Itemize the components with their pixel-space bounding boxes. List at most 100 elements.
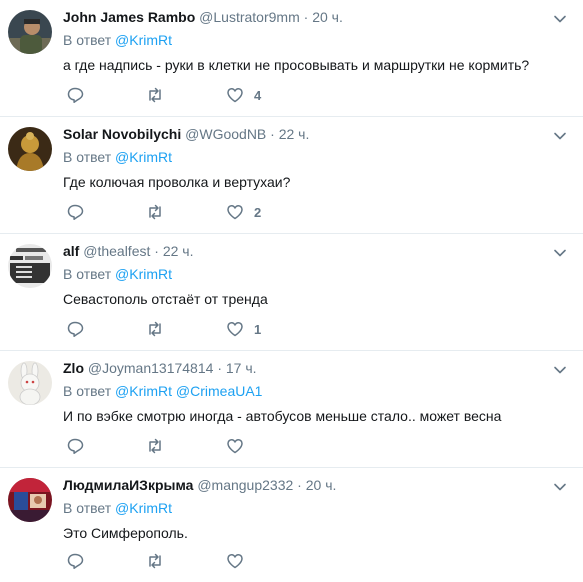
timestamp[interactable]: 22 ч. bbox=[163, 243, 194, 259]
tweet-actions: 4 bbox=[66, 86, 323, 104]
retweet-button[interactable] bbox=[146, 437, 164, 455]
chevron-down-icon[interactable] bbox=[553, 246, 567, 260]
retweet-icon bbox=[149, 438, 161, 454]
tweet[interactable]: Solar Novobilychi @WGoodNB · 22 ч. В отв… bbox=[0, 117, 583, 234]
heart-icon bbox=[227, 205, 243, 220]
retweet-button[interactable] bbox=[146, 86, 164, 104]
reply-button[interactable] bbox=[66, 86, 84, 104]
reply-icon bbox=[67, 321, 84, 337]
tweet-text: Где колючая проволка и вертухаи? bbox=[63, 174, 291, 190]
tweet-actions: 1 bbox=[66, 320, 323, 338]
separator-dot: · bbox=[217, 360, 222, 376]
reply-button[interactable] bbox=[66, 552, 84, 570]
like-button[interactable] bbox=[226, 437, 254, 455]
tweet-text: И по вэбке смотрю иногда - автобусов мен… bbox=[63, 408, 502, 424]
avatar[interactable] bbox=[8, 127, 52, 171]
retweet-button[interactable] bbox=[146, 320, 164, 338]
tweet[interactable]: alf @thealfest · 22 ч. В ответ @KrimRt С… bbox=[0, 234, 583, 351]
retweet-icon bbox=[149, 321, 161, 337]
reply-icon bbox=[67, 204, 84, 220]
tweet-header: John James Rambo @Lustrator9mm · 20 ч. bbox=[63, 8, 571, 27]
mention-link[interactable]: @KrimRt bbox=[115, 266, 172, 282]
like-count: 2 bbox=[254, 204, 262, 220]
chevron-down-icon[interactable] bbox=[553, 129, 567, 143]
author-name[interactable]: John James Rambo bbox=[63, 9, 195, 25]
tweet-actions: 2 bbox=[66, 203, 323, 221]
author-name[interactable]: Zlo bbox=[63, 360, 84, 376]
tweet[interactable]: Zlo @Joyman13174814 · 17 ч. В ответ @Kri… bbox=[0, 351, 583, 468]
reply-context: В ответ @KrimRt bbox=[63, 31, 571, 50]
tweet-header: Zlo @Joyman13174814 · 17 ч. bbox=[63, 359, 571, 378]
reply-button[interactable] bbox=[66, 320, 84, 338]
mention-link[interactable]: @KrimRt bbox=[115, 383, 172, 399]
reply-icon bbox=[67, 553, 84, 569]
retweet-button[interactable] bbox=[146, 552, 164, 570]
reply-prefix: В ответ bbox=[63, 383, 112, 399]
retweet-icon bbox=[149, 553, 161, 569]
tweet-actions bbox=[66, 552, 316, 570]
heart-icon bbox=[227, 88, 243, 103]
reply-prefix: В ответ bbox=[63, 32, 112, 48]
mention-link[interactable]: @CrimeaUA1 bbox=[176, 383, 263, 399]
avatar[interactable] bbox=[8, 361, 52, 405]
timestamp[interactable]: 20 ч. bbox=[306, 477, 337, 493]
retweet-button[interactable] bbox=[146, 203, 164, 221]
separator-dot: · bbox=[154, 243, 159, 259]
reply-prefix: В ответ bbox=[63, 149, 112, 165]
mention-link[interactable]: @KrimRt bbox=[115, 32, 172, 48]
reply-prefix: В ответ bbox=[63, 266, 112, 282]
author-handle[interactable]: @Joyman13174814 bbox=[88, 360, 214, 376]
author-handle[interactable]: @thealfest bbox=[83, 243, 150, 259]
timestamp[interactable]: 17 ч. bbox=[226, 360, 257, 376]
chevron-down-icon[interactable] bbox=[553, 363, 567, 377]
separator-dot: · bbox=[270, 126, 275, 142]
heart-icon bbox=[227, 322, 243, 337]
tweet-actions bbox=[66, 437, 316, 455]
reply-context: В ответ @KrimRt bbox=[63, 265, 571, 284]
author-name[interactable]: alf bbox=[63, 243, 79, 259]
like-button[interactable]: 2 bbox=[226, 203, 261, 221]
mention-link[interactable]: @KrimRt bbox=[115, 500, 172, 516]
like-count: 1 bbox=[254, 321, 262, 337]
tweet[interactable]: John James Rambo @Lustrator9mm · 20 ч. В… bbox=[0, 0, 583, 117]
tweet-header: alf @thealfest · 22 ч. bbox=[63, 242, 571, 261]
chevron-down-icon[interactable] bbox=[553, 12, 567, 26]
reply-button[interactable] bbox=[66, 437, 84, 455]
retweet-icon bbox=[149, 204, 161, 220]
like-count: 4 bbox=[254, 87, 262, 103]
timestamp[interactable]: 20 ч. bbox=[312, 9, 343, 25]
mention-link[interactable]: @KrimRt bbox=[115, 149, 172, 165]
author-name[interactable]: ЛюдмилаИЗкрыма bbox=[63, 477, 193, 493]
reply-prefix: В ответ bbox=[63, 500, 112, 516]
heart-icon bbox=[227, 439, 243, 454]
like-button[interactable] bbox=[226, 552, 254, 570]
tweet-text: Севастополь отстаёт от тренда bbox=[63, 291, 268, 307]
separator-dot: · bbox=[303, 9, 309, 25]
tweet-header: Solar Novobilychi @WGoodNB · 22 ч. bbox=[63, 125, 571, 144]
avatar[interactable] bbox=[8, 244, 52, 288]
avatar[interactable] bbox=[8, 10, 52, 54]
tweet-text: а где надпись - руки в клетки не просовы… bbox=[63, 57, 530, 73]
tweet-text: Это Симферополь. bbox=[63, 525, 188, 541]
tweet[interactable]: ЛюдмилаИЗкрыма @mangup2332 · 20 ч. В отв… bbox=[0, 468, 583, 582]
author-name[interactable]: Solar Novobilychi bbox=[63, 126, 181, 142]
reply-icon bbox=[67, 438, 84, 454]
reply-button[interactable] bbox=[66, 203, 84, 221]
reply-context: В ответ @KrimRt bbox=[63, 148, 571, 167]
avatar[interactable] bbox=[8, 478, 52, 522]
timestamp[interactable]: 22 ч. bbox=[279, 126, 310, 142]
reply-icon bbox=[67, 87, 84, 103]
separator-dot: · bbox=[297, 477, 302, 493]
tweet-header: ЛюдмилаИЗкрыма @mangup2332 · 20 ч. bbox=[63, 476, 571, 495]
like-button[interactable]: 1 bbox=[226, 320, 261, 338]
reply-context: В ответ @KrimRt bbox=[63, 499, 571, 518]
chevron-down-icon[interactable] bbox=[553, 480, 567, 494]
author-handle[interactable]: @Lustrator9mm bbox=[199, 9, 300, 25]
like-button[interactable]: 4 bbox=[226, 86, 261, 104]
heart-icon bbox=[227, 554, 243, 569]
author-handle[interactable]: @WGoodNB bbox=[185, 126, 266, 142]
retweet-icon bbox=[149, 87, 161, 103]
tweet-feed: John James Rambo @Lustrator9mm · 20 ч. В… bbox=[0, 0, 583, 582]
author-handle[interactable]: @mangup2332 bbox=[197, 477, 293, 493]
reply-context: В ответ @KrimRt @CrimeaUA1 bbox=[63, 382, 571, 401]
